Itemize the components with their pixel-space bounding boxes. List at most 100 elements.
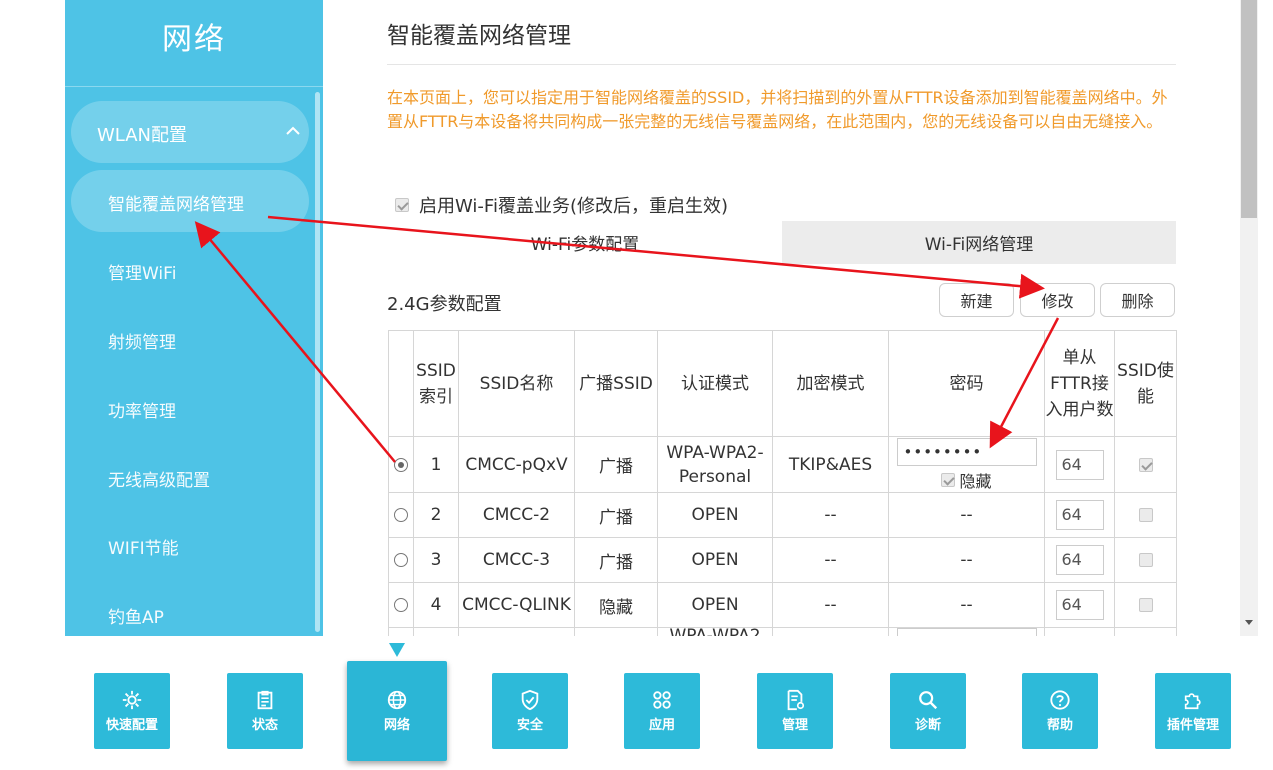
table-header-name: SSID名称	[458, 330, 575, 437]
row-index: 1	[413, 436, 459, 493]
row-index: 2	[413, 492, 459, 538]
row-auth: OPEN	[657, 537, 773, 583]
apps-icon	[653, 691, 671, 709]
tool-quick-config[interactable]: 快速配置	[94, 673, 170, 749]
user-limit-input[interactable]: 64	[1055, 590, 1104, 620]
row-auth: WPA-WPA2-Personal	[657, 436, 773, 493]
sidebar-group-wlan[interactable]: WLAN配置	[71, 101, 309, 163]
tab-wifi-params[interactable]: Wi-Fi参数配置	[388, 221, 782, 264]
tool-plugins[interactable]: 插件管理	[1155, 673, 1231, 749]
row-select-radio[interactable]	[394, 553, 408, 567]
row-select-radio[interactable]	[394, 457, 408, 472]
tool-management[interactable]: 管理	[757, 673, 833, 749]
table-header-password: 密码	[888, 330, 1045, 437]
row-broadcast: 广播	[574, 492, 658, 538]
tool-security[interactable]: 安全	[492, 673, 568, 749]
sidebar-title: 网络	[162, 22, 226, 57]
table-row[interactable]: 2 CMCC-2 广播 OPEN -- -- 64	[388, 492, 1177, 538]
ssid-enable-checkbox[interactable]	[1138, 553, 1153, 567]
tool-label: 快速配置	[105, 718, 158, 733]
active-indicator-icon	[389, 643, 405, 657]
sidebar-item-advanced[interactable]: 无线高级配置	[108, 466, 210, 491]
table-header-auth: 认证模式	[657, 330, 773, 437]
row-enc: TKIP&AES	[772, 436, 889, 493]
tool-label: 管理	[781, 718, 808, 733]
enable-wifi-coverage-checkbox[interactable]	[395, 198, 409, 212]
shield-icon	[521, 689, 539, 711]
table-header-broadcast: 广播SSID	[574, 330, 658, 437]
table-header-select	[388, 330, 414, 437]
table-header-enc: 加密模式	[772, 330, 889, 437]
row-broadcast: 广播	[574, 537, 658, 583]
row-password: --	[888, 582, 1045, 628]
page-title: 智能覆盖网络管理	[387, 23, 571, 49]
tool-label: 插件管理	[1166, 718, 1219, 733]
sidebar: 网络 WLAN配置 智能覆盖网络管理 管理WiFi 射频管理 功率管理 无线高级…	[65, 0, 323, 636]
new-button[interactable]: 新建	[939, 283, 1014, 317]
row-ssid-name: CMCC-2	[458, 492, 575, 538]
password-field[interactable]	[896, 628, 1037, 636]
tool-diagnosis[interactable]: 诊断	[890, 673, 966, 749]
password-field[interactable]: ••••••••	[896, 437, 1037, 466]
tool-label: 安全	[516, 718, 543, 733]
sidebar-scrollbar[interactable]	[315, 92, 320, 632]
sidebar-item-manage-wifi[interactable]: 管理WiFi	[108, 259, 176, 284]
table-row[interactable]: WPA-WPA2	[388, 627, 1177, 636]
document-gear-icon	[787, 689, 805, 711]
chevron-up-icon	[286, 126, 300, 135]
intro-text: 在本页面上，您可以指定用于智能网络覆盖的SSID，并将扫描到的外置从FTTR设备…	[387, 88, 1168, 131]
puzzle-icon	[1184, 693, 1201, 710]
hide-password-checkbox[interactable]	[941, 472, 956, 487]
table-header-index: SSID索引	[413, 330, 459, 437]
user-limit-input[interactable]: 64	[1055, 500, 1104, 530]
sidebar-item-smart-coverage[interactable]: 智能覆盖网络管理	[71, 170, 309, 232]
row-auth: OPEN	[657, 492, 773, 538]
row-broadcast: 广播	[574, 436, 658, 493]
page: 网络 WLAN配置 智能覆盖网络管理 管理WiFi 射频管理 功率管理 无线高级…	[0, 0, 1273, 770]
sidebar-item-label: 智能覆盖网络管理	[108, 195, 244, 215]
sidebar-item-radio[interactable]: 射频管理	[108, 328, 176, 353]
row-broadcast: 隐藏	[574, 582, 658, 628]
page-scrollbar-thumb[interactable]	[1241, 0, 1257, 218]
row-enc: --	[772, 492, 889, 538]
user-limit-input[interactable]: 64	[1055, 449, 1104, 480]
enable-wifi-coverage-row: 启用Wi-Fi覆盖业务(修改后，重启生效)	[395, 192, 728, 218]
modify-button[interactable]: 修改	[1020, 283, 1095, 317]
tool-label: 帮助	[1046, 718, 1073, 733]
globe-icon	[387, 690, 407, 710]
gear-icon	[122, 690, 142, 710]
sidebar-item-power[interactable]: 功率管理	[108, 397, 176, 422]
row-auth: OPEN	[657, 582, 773, 628]
tool-apps[interactable]: 应用	[624, 673, 700, 749]
tool-status[interactable]: 状态	[227, 673, 303, 749]
ssid-enable-checkbox[interactable]	[1138, 598, 1153, 612]
table-row[interactable]: 4 CMCC-QLINK 隐藏 OPEN -- -- 64	[388, 582, 1177, 628]
tool-help[interactable]: 帮助	[1022, 673, 1098, 749]
scroll-down-arrow-icon[interactable]	[1244, 617, 1254, 627]
delete-button[interactable]: 删除	[1100, 283, 1175, 317]
row-index: 4	[413, 582, 459, 628]
tool-label: 状态	[251, 718, 278, 733]
magnifier-icon	[919, 691, 938, 710]
sidebar-divider	[65, 86, 323, 87]
table-header-row: SSID索引 SSID名称 广播SSID 认证模式 加密模式 密码 单从FTTR…	[388, 330, 1177, 437]
table-row[interactable]: 1 CMCC-pQxV 广播 WPA-WPA2-Personal TKIP&AE…	[388, 436, 1177, 493]
sidebar-item-wifi-saving[interactable]: WIFI节能	[108, 534, 179, 559]
table-row[interactable]: 3 CMCC-3 广播 OPEN -- -- 64	[388, 537, 1177, 583]
user-limit-input[interactable]: 64	[1055, 545, 1104, 575]
row-select-radio[interactable]	[394, 598, 408, 612]
clipboard-icon	[257, 690, 273, 710]
tab-wifi-network[interactable]: Wi-Fi网络管理	[782, 221, 1176, 264]
row-select-radio[interactable]	[394, 508, 408, 522]
tool-network[interactable]: 网络	[347, 661, 447, 761]
row-enc: --	[772, 537, 889, 583]
ssid-enable-checkbox[interactable]	[1138, 457, 1153, 472]
row-ssid-name: CMCC-3	[458, 537, 575, 583]
row-password-cell: •••••••• 隐藏	[888, 436, 1045, 493]
row-password: --	[888, 492, 1045, 538]
row-auth: WPA-WPA2	[657, 627, 773, 636]
sidebar-item-phishing-ap[interactable]: 钓鱼AP	[108, 603, 164, 628]
row-password: --	[888, 537, 1045, 583]
main-content: 智能覆盖网络管理 在本页面上，您可以指定用于智能网络覆盖的SSID，并将扫描到的…	[323, 0, 1260, 636]
ssid-enable-checkbox[interactable]	[1138, 508, 1153, 522]
